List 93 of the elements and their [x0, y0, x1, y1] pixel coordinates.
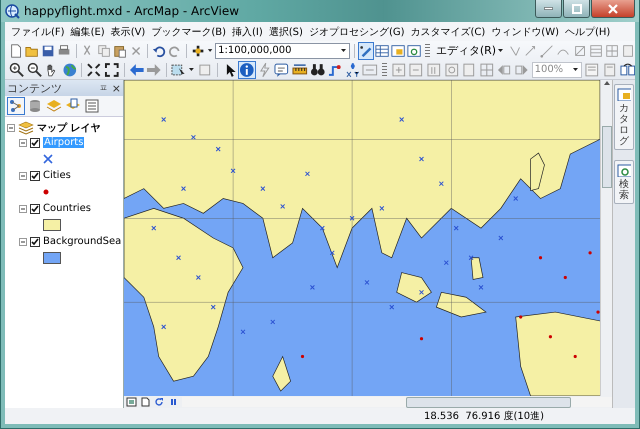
menu-item[interactable]: 選択(S)	[266, 24, 306, 38]
maximize-glyph-icon	[572, 4, 582, 14]
vertical-scrollbar[interactable]	[600, 80, 612, 396]
side-tab[interactable]: カタログ	[614, 84, 634, 150]
attributes-icon[interactable]	[588, 42, 603, 58]
close-button[interactable]: ×	[112, 82, 121, 94]
menu-item[interactable]: ジオプロセシング(G)	[306, 24, 408, 38]
menu-item[interactable]: カスタマイズ(C)	[408, 24, 488, 38]
menu-item[interactable]: ヘルプ(H)	[562, 24, 614, 38]
caret-icon	[188, 66, 196, 73]
minimize-button[interactable]	[535, 0, 562, 18]
table-icon[interactable]	[375, 42, 390, 58]
identify-icon[interactable]	[239, 62, 255, 78]
scale-dropdown[interactable]: 1:100,000,000	[215, 42, 350, 58]
layer-name[interactable]: Countries	[43, 203, 91, 214]
menu-item[interactable]: ファイル(F)	[8, 24, 68, 38]
options-icon[interactable]	[84, 98, 100, 114]
check-icon	[31, 172, 39, 180]
menu-item[interactable]: 表示(V)	[108, 24, 148, 38]
layer-checkbox[interactable]	[30, 204, 40, 214]
zoom-out-icon[interactable]	[26, 62, 42, 78]
expand-toggle[interactable]	[19, 204, 27, 212]
save-icon[interactable]	[41, 42, 56, 58]
up-arrow-icon	[602, 80, 610, 86]
layer-name[interactable]: BackgroundSea	[43, 236, 122, 247]
change-layout-icon[interactable]	[620, 62, 635, 78]
globe-app-icon	[5, 4, 20, 18]
editor-toolbar-icon[interactable]	[358, 42, 374, 58]
caret-icon	[497, 47, 504, 54]
side-tab[interactable]: 検索	[614, 160, 634, 204]
list-by-visibility-icon[interactable]	[46, 98, 62, 114]
maximize-button[interactable]	[563, 0, 590, 18]
straight-segment-icon[interactable]	[540, 42, 554, 58]
layer-name[interactable]: Cities	[43, 170, 71, 181]
minus-icon	[20, 172, 26, 178]
close-glyph-icon	[608, 4, 618, 14]
refresh-icon[interactable]	[154, 397, 165, 407]
popup-icon[interactable]	[274, 62, 290, 78]
fixed-zoom-out-icon[interactable]	[104, 62, 120, 78]
fixed-zoom-in-icon[interactable]	[86, 62, 102, 78]
menu-item[interactable]: 編集(E)	[68, 24, 108, 38]
add-data-icon[interactable]	[190, 42, 205, 58]
minus-icon	[8, 124, 14, 130]
panel-title: コンテンツ	[7, 80, 63, 96]
editor-menu-button[interactable]: エディタ(R)	[434, 42, 506, 59]
data-view-icon[interactable]	[126, 397, 137, 407]
time-slider-icon[interactable]	[362, 62, 378, 78]
zoom-in-icon[interactable]	[9, 62, 25, 78]
expand-toggle[interactable]	[19, 172, 27, 180]
back-arrow-icon[interactable]	[128, 62, 144, 78]
check-icon	[31, 204, 39, 212]
catalog-icon	[617, 87, 631, 101]
search-window-icon	[617, 163, 631, 177]
map-drawing[interactable]	[124, 80, 600, 396]
pause-icon[interactable]	[168, 397, 179, 407]
caret-icon	[572, 66, 580, 73]
minus-icon	[20, 140, 26, 146]
pin-button[interactable]: ㅍ	[98, 82, 108, 94]
map-frame-label[interactable]: マップ レイヤ	[37, 120, 100, 134]
ruler-icon[interactable]	[292, 62, 308, 78]
minus-icon	[20, 238, 26, 244]
list-by-drawing-order-icon[interactable]	[8, 98, 24, 114]
scroll-thumb[interactable]	[406, 397, 571, 408]
coordinates-readout: 18.536 76.916 度(10進)	[424, 410, 544, 423]
window-title: happyflight.mxd - ArcMap - ArcView	[24, 4, 240, 18]
layer-checkbox[interactable]	[30, 138, 40, 148]
binoculars-icon[interactable]	[310, 62, 326, 78]
scroll-thumb[interactable]	[602, 126, 612, 188]
caret-icon	[340, 47, 348, 54]
expand-toggle[interactable]	[19, 238, 27, 246]
globe-icon[interactable]	[62, 62, 78, 78]
select-features-icon[interactable]	[170, 62, 186, 78]
layer-checkbox[interactable]	[30, 170, 40, 180]
close-button[interactable]	[591, 0, 635, 18]
toggle-draft-icon[interactable]	[584, 62, 600, 78]
horizontal-scrollbar[interactable]	[182, 397, 612, 407]
minimize-glyph-icon	[544, 7, 553, 10]
search-window-icon[interactable]	[407, 42, 422, 58]
minus-icon	[20, 206, 26, 212]
catalog-icon[interactable]	[391, 42, 406, 58]
zoom-percent-dropdown[interactable]: 100%	[532, 62, 582, 78]
menu-item[interactable]: 挿入(I)	[229, 24, 266, 38]
check-icon	[31, 238, 39, 246]
go-to-xy-icon[interactable]	[344, 62, 360, 78]
check-icon	[31, 138, 39, 146]
menu-item[interactable]: ウィンドウ(W)	[488, 24, 562, 38]
layers-icon	[18, 120, 34, 136]
new-document-icon[interactable]	[9, 42, 24, 58]
expand-toggle[interactable]	[7, 124, 15, 132]
menu-item[interactable]: ブックマーク(B)	[148, 24, 230, 38]
expand-toggle[interactable]	[19, 138, 27, 146]
list-by-source-icon[interactable]	[27, 98, 43, 114]
layer-checkbox[interactable]	[30, 236, 40, 246]
